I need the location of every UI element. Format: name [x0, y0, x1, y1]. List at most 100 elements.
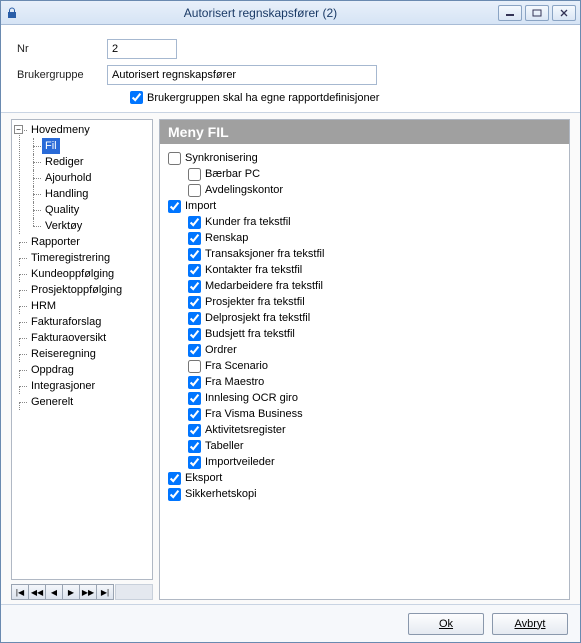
group-input[interactable] [107, 65, 377, 85]
permission-checkbox[interactable] [188, 312, 201, 325]
dialog-footer: Ok Avbryt [1, 604, 580, 642]
tree-node[interactable]: Reiseregning [28, 346, 99, 362]
permission-item: Ordrer [168, 342, 561, 358]
tree-node[interactable]: Generelt [28, 394, 76, 410]
permission-label[interactable]: Import [185, 198, 216, 214]
permission-label[interactable]: Prosjekter fra tekstfil [205, 294, 305, 310]
tree-node[interactable]: Fil [42, 138, 60, 154]
permission-label[interactable]: Delprosjekt fra tekstfil [205, 310, 310, 326]
nav-prev-page-button[interactable]: ◀◀ [28, 584, 46, 600]
main-area: −HovedmenyFilRedigerAjourholdHandlingQua… [1, 113, 580, 604]
permission-checkbox[interactable] [188, 328, 201, 341]
tree-expander[interactable]: − [14, 125, 23, 134]
permission-checkbox[interactable] [168, 152, 181, 165]
permission-checkbox[interactable] [188, 440, 201, 453]
ok-button-label: Ok [439, 618, 453, 630]
permission-item: Transaksjoner fra tekstfil [168, 246, 561, 262]
permission-checkbox[interactable] [188, 264, 201, 277]
permission-checkbox[interactable] [188, 248, 201, 261]
tree-node[interactable]: Integrasjoner [28, 378, 98, 394]
nav-next-page-button[interactable]: ▶▶ [79, 584, 97, 600]
permission-checkbox[interactable] [188, 216, 201, 229]
tree-node[interactable]: Rediger [42, 154, 87, 170]
permission-label[interactable]: Renskap [205, 230, 248, 246]
permission-label[interactable]: Synkronisering [185, 150, 258, 166]
permission-label[interactable]: Sikkerhetskopi [185, 486, 257, 502]
minimize-button[interactable] [498, 5, 522, 21]
permission-label[interactable]: Avdelingskontor [205, 182, 283, 198]
tree-node-root[interactable]: Hovedmeny [28, 122, 93, 138]
permission-checkbox[interactable] [188, 184, 201, 197]
permission-item: Import [168, 198, 561, 214]
permission-label[interactable]: Fra Scenario [205, 358, 268, 374]
permission-checkbox[interactable] [168, 488, 181, 501]
tree-node[interactable]: Verktøy [42, 218, 85, 234]
tree-node[interactable]: HRM [28, 298, 59, 314]
tree-node[interactable]: Quality [42, 202, 82, 218]
permission-checkbox[interactable] [188, 376, 201, 389]
tree-node[interactable]: Prosjektoppfølging [28, 282, 125, 298]
permission-label[interactable]: Importveileder [205, 454, 275, 470]
permission-item: Prosjekter fra tekstfil [168, 294, 561, 310]
permission-label[interactable]: Ordrer [205, 342, 237, 358]
permission-checkbox[interactable] [188, 456, 201, 469]
panel-header: Meny FIL [160, 120, 569, 144]
permission-item: Fra Scenario [168, 358, 561, 374]
group-label: Brukergruppe [17, 69, 107, 81]
permission-checkbox[interactable] [188, 360, 201, 373]
tree-node[interactable]: Kundeoppfølging [28, 266, 117, 282]
permission-checkbox[interactable] [188, 280, 201, 293]
permission-item: Fra Maestro [168, 374, 561, 390]
ok-button[interactable]: Ok [408, 613, 484, 635]
permission-item: Tabeller [168, 438, 561, 454]
permission-label[interactable]: Medarbeidere fra tekstfil [205, 278, 323, 294]
tree-node[interactable]: Oppdrag [28, 362, 77, 378]
permission-label[interactable]: Fra Visma Business [205, 406, 303, 422]
permission-label[interactable]: Budsjett fra tekstfil [205, 326, 295, 342]
permission-label[interactable]: Aktivitetsregister [205, 422, 286, 438]
permission-item: Sikkerhetskopi [168, 486, 561, 502]
permission-checkbox[interactable] [188, 344, 201, 357]
title-bar: Autorisert regnskapsfører (2) [1, 1, 580, 25]
permission-checkbox[interactable] [188, 168, 201, 181]
tree-node[interactable]: Ajourhold [42, 170, 94, 186]
permission-label[interactable]: Innlesing OCR giro [205, 390, 298, 406]
nav-last-button[interactable]: ▶| [96, 584, 114, 600]
nav-prev-button[interactable]: ◀ [45, 584, 63, 600]
tree-node[interactable]: Timeregistrering [28, 250, 113, 266]
menu-tree[interactable]: −HovedmenyFilRedigerAjourholdHandlingQua… [11, 119, 153, 580]
own-reports-checkbox[interactable] [130, 91, 143, 104]
permission-item: Bærbar PC [168, 166, 561, 182]
permission-checkbox[interactable] [188, 392, 201, 405]
permission-item: Importveileder [168, 454, 561, 470]
permission-label[interactable]: Eksport [185, 470, 222, 486]
permission-label[interactable]: Kunder fra tekstfil [205, 214, 291, 230]
permission-label[interactable]: Tabeller [205, 438, 244, 454]
tree-node[interactable]: Fakturaforslag [28, 314, 104, 330]
permission-checkbox[interactable] [168, 200, 181, 213]
permission-item: Kontakter fra tekstfil [168, 262, 561, 278]
tree-node[interactable]: Fakturaoversikt [28, 330, 109, 346]
own-reports-label[interactable]: Brukergruppen skal ha egne rapportdefini… [147, 92, 379, 104]
nav-first-button[interactable]: |◀ [11, 584, 29, 600]
permission-checkbox[interactable] [188, 424, 201, 437]
close-button[interactable] [552, 5, 576, 21]
tree-node[interactable]: Handling [42, 186, 91, 202]
nr-input[interactable] [107, 39, 177, 59]
permission-label[interactable]: Transaksjoner fra tekstfil [205, 246, 324, 262]
permission-label[interactable]: Bærbar PC [205, 166, 260, 182]
permission-checkbox[interactable] [188, 296, 201, 309]
permission-checkbox[interactable] [168, 472, 181, 485]
lock-icon [5, 6, 19, 20]
nr-label: Nr [17, 43, 107, 55]
dialog-window: Autorisert regnskapsfører (2) Nr Brukerg… [0, 0, 581, 643]
nav-next-button[interactable]: ▶ [62, 584, 80, 600]
permission-label[interactable]: Kontakter fra tekstfil [205, 262, 302, 278]
permission-checkbox[interactable] [188, 232, 201, 245]
permission-checkbox[interactable] [188, 408, 201, 421]
permissions-checklist: SynkroniseringBærbar PCAvdelingskontorIm… [160, 144, 569, 508]
maximize-button[interactable] [525, 5, 549, 21]
cancel-button[interactable]: Avbryt [492, 613, 568, 635]
tree-node[interactable]: Rapporter [28, 234, 83, 250]
permission-label[interactable]: Fra Maestro [205, 374, 264, 390]
